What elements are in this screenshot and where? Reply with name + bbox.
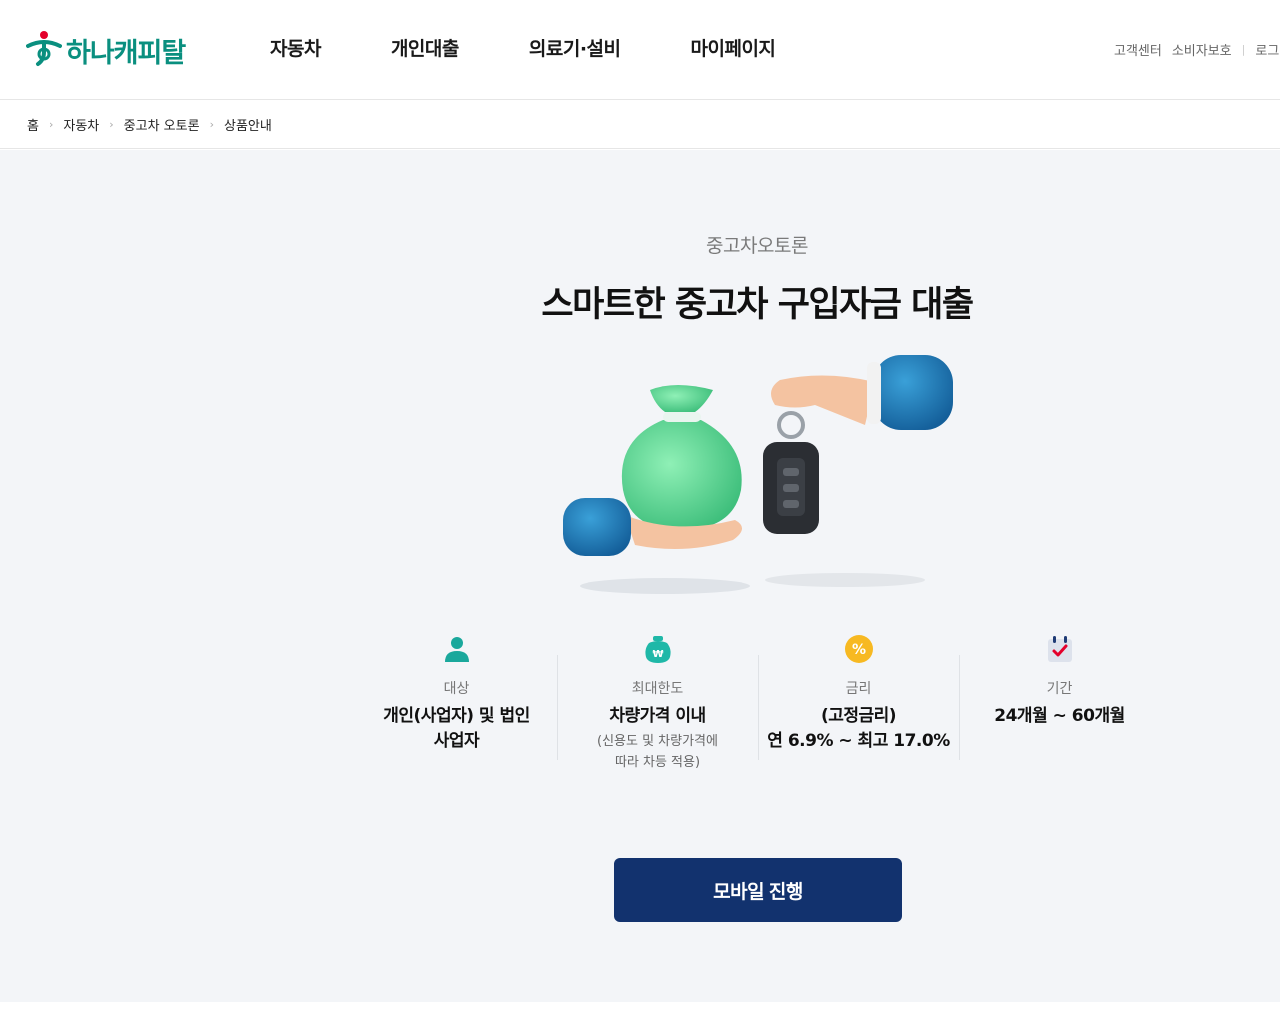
breadcrumb-product-info: 상품안내 xyxy=(223,118,272,134)
calendar-check-icon xyxy=(1047,636,1072,662)
info-note-line: (신용도 및 차량가격에 xyxy=(597,734,718,749)
info-value: (고정금리) 연 6.9% ~ 최고 17.0% xyxy=(758,704,959,754)
product-subtitle: 중고차오토론 xyxy=(706,235,808,257)
utility-links: 고객센터 소비자보호 | 로그인 xyxy=(1114,40,1280,59)
info-period: 기간 24개월 ~ 60개월 xyxy=(959,635,1160,775)
info-value-line: 24개월 ~ 60개월 xyxy=(994,706,1125,726)
money-bag-and-car-key-illustration xyxy=(563,355,953,594)
info-value-line: 사업자 xyxy=(433,731,480,751)
info-note-line: 따라 차등 적용) xyxy=(614,755,701,770)
util-divider: | xyxy=(1241,43,1246,56)
mobile-apply-button[interactable]: 모바일 진행 xyxy=(614,858,902,922)
info-rate: % 금리 (고정금리) 연 6.9% ~ 최고 17.0% xyxy=(758,635,959,775)
money-bag-icon: ₩ xyxy=(644,636,671,663)
info-value: 차량가격 이내 xyxy=(557,704,758,729)
nav-item-medical-equipment[interactable]: 의료기·설비 xyxy=(529,34,621,61)
percent-icon: % xyxy=(844,635,873,663)
info-value: 24개월 ~ 60개월 xyxy=(959,704,1160,729)
info-note: (신용도 및 차량가격에 따라 차등 적용) xyxy=(557,731,758,773)
info-value-line: 개인(사업자) 및 법인 xyxy=(383,706,530,726)
consumer-protection-link[interactable]: 소비자보호 xyxy=(1172,40,1232,59)
chevron-right-icon: › xyxy=(209,117,214,131)
product-hero: 중고차오토론 스마트한 중고차 구입자금 대출 대상 개인(사업자) 및 법인 … xyxy=(0,150,1280,1002)
site-header: 하나캐피탈 자동차 개인대출 의료기·설비 마이페이지 고객센터 소비자보호 |… xyxy=(0,0,1280,100)
breadcrumb-used-car-loan[interactable]: 중고차 오토론 xyxy=(124,115,200,134)
svg-text:₩: ₩ xyxy=(652,649,663,660)
info-value-line: 연 6.9% ~ 최고 17.0% xyxy=(767,731,950,751)
logo-text: 하나캐피탈 xyxy=(66,37,186,69)
svg-text:%: % xyxy=(851,642,865,658)
info-limit: ₩ 최대한도 차량가격 이내 (신용도 및 차량가격에 따라 차등 적용) xyxy=(557,635,758,775)
chevron-right-icon: › xyxy=(48,117,54,131)
login-link[interactable]: 로그인 xyxy=(1255,40,1280,59)
info-label: 최대한도 xyxy=(631,681,684,697)
info-value-line: 차량가격 이내 xyxy=(609,706,706,726)
product-info-list: 대상 개인(사업자) 및 법인 사업자 ₩ 최대한도 차량가격 이내 (신용도 … xyxy=(356,635,1160,775)
chevron-right-icon: › xyxy=(109,117,114,131)
breadcrumb: 홈 › 자동차 › 중고차 오토론 › 상품안내 xyxy=(0,100,1280,149)
info-label: 금리 xyxy=(845,681,872,697)
nav-item-personal-loan[interactable]: 개인대출 xyxy=(391,34,459,61)
customer-center-link[interactable]: 고객센터 xyxy=(1114,40,1162,59)
nav-item-car[interactable]: 자동차 xyxy=(270,34,321,61)
hana-logo-icon xyxy=(26,31,62,66)
info-label: 대상 xyxy=(443,681,470,697)
info-value-line: (고정금리) xyxy=(820,706,897,726)
info-label: 기간 xyxy=(1046,681,1073,697)
hana-capital-logo[interactable]: 하나캐피탈 xyxy=(26,28,186,72)
nav-item-mypage[interactable]: 마이페이지 xyxy=(691,34,776,61)
info-target: 대상 개인(사업자) 및 법인 사업자 xyxy=(356,635,557,775)
page-title: 스마트한 중고차 구입자금 대출 xyxy=(541,285,974,325)
footer-area xyxy=(0,1002,1280,1024)
person-icon xyxy=(444,637,469,662)
info-value: 개인(사업자) 및 법인 사업자 xyxy=(356,704,557,754)
breadcrumb-car[interactable]: 자동차 xyxy=(63,115,99,134)
main-nav: 자동차 개인대출 의료기·설비 마이페이지 xyxy=(270,34,845,61)
breadcrumb-home[interactable]: 홈 xyxy=(27,115,39,134)
